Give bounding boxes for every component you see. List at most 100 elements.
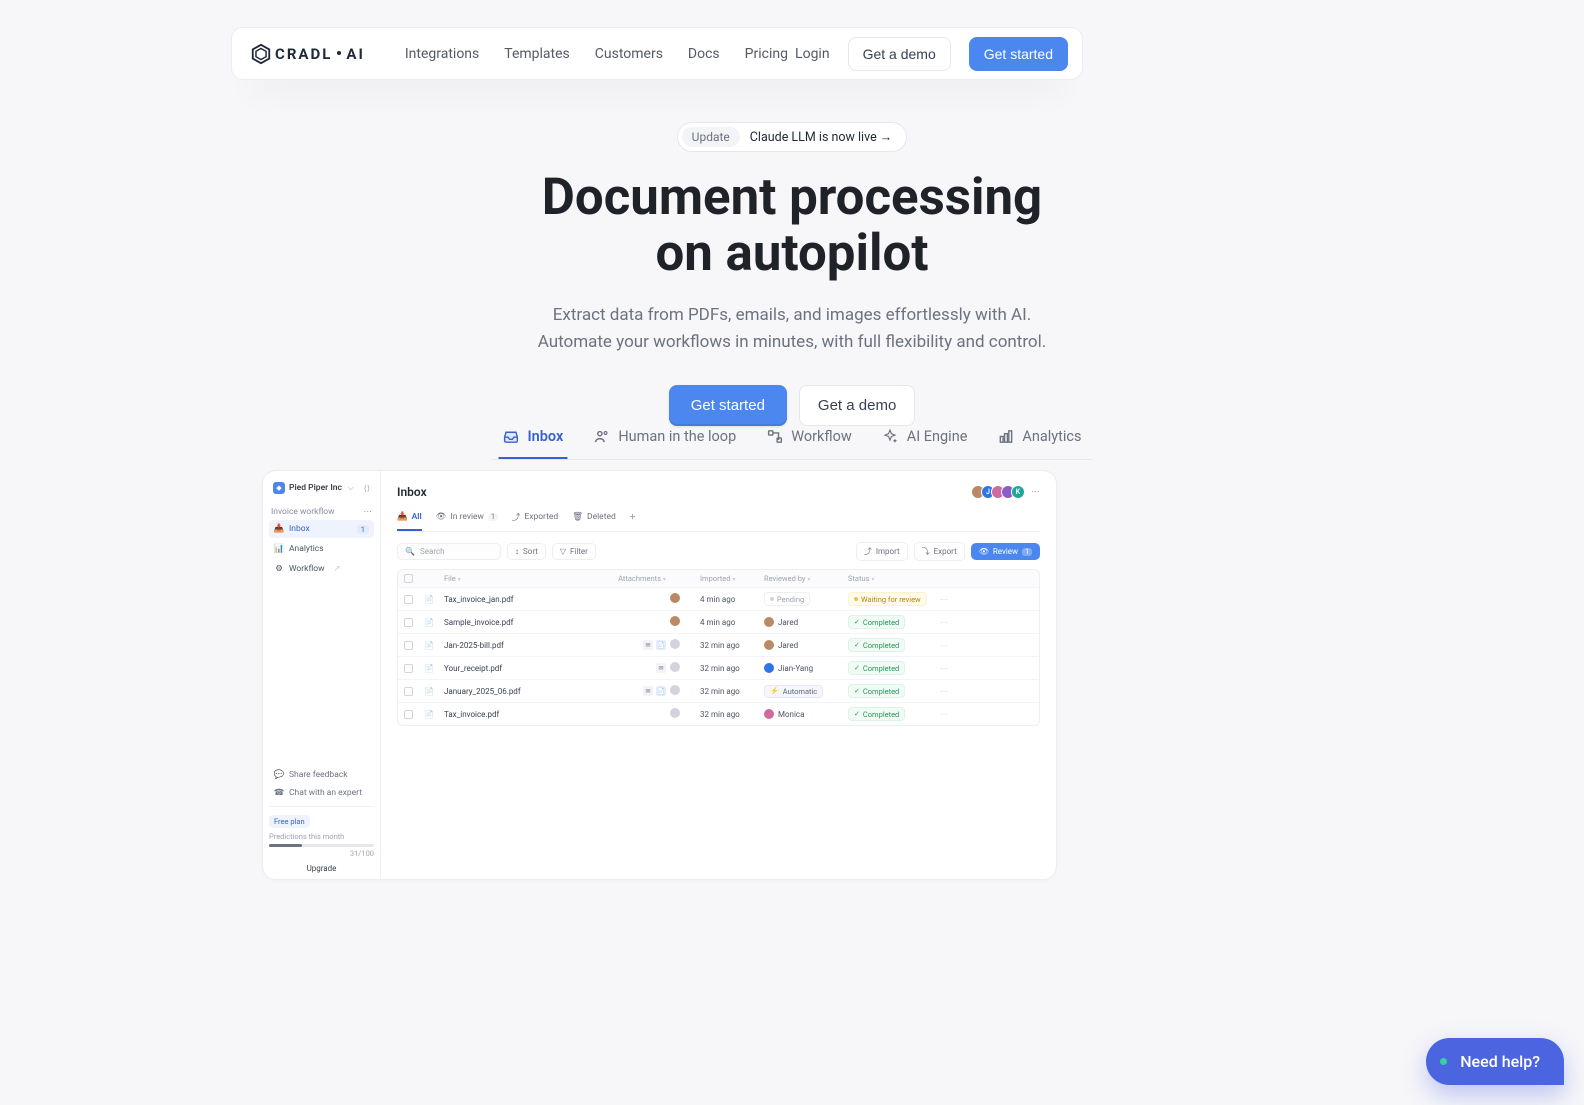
sidebar-feedback[interactable]: 💬 Share feedback: [269, 766, 374, 784]
review-count: 1: [1022, 548, 1032, 556]
avatar: [764, 709, 774, 719]
inbox-tab[interactable]: 🗑 Deleted: [572, 507, 616, 531]
imported-time: 32 min ago: [700, 687, 760, 696]
help-widget[interactable]: Need help?: [1426, 1038, 1564, 1085]
table-row[interactable]: 📄Tax_invoice.pdf32 min agoMonicaComplete…: [398, 703, 1039, 725]
doc-icon: 📄: [656, 640, 666, 650]
sidebar-chat[interactable]: ☎ Chat with an expert: [269, 784, 374, 802]
sidebar-item-analytics[interactable]: 📊 Analytics: [269, 540, 374, 558]
more-icon[interactable]: ⋯: [364, 507, 373, 517]
sidebar-item-inbox[interactable]: 📥 Inbox 1: [269, 520, 374, 538]
inbox-tab[interactable]: 📥All: [397, 507, 422, 531]
inbox-tab[interactable]: ⤴Exported: [512, 507, 558, 531]
col-status[interactable]: Status: [848, 574, 869, 583]
upgrade-button[interactable]: Upgrade: [269, 864, 374, 873]
export-label: Export: [934, 547, 957, 556]
col-reviewed[interactable]: Reviewed by: [764, 574, 805, 583]
eye-icon: 👁: [979, 547, 989, 556]
workflow-icon: ⚙: [274, 564, 284, 574]
row-more-icon[interactable]: ⋯: [932, 595, 948, 604]
avatar-more[interactable]: ⋯: [1031, 487, 1040, 497]
file-icon: 📄: [424, 641, 440, 650]
status-chip: Completed: [848, 684, 905, 698]
import-button[interactable]: ⤴Import: [856, 542, 908, 561]
org-switcher[interactable]: ◆ Pied Piper Inc ⌵ ⟨⟩: [269, 479, 374, 497]
table-row[interactable]: 📄Jan-2025-bill.pdf✉📄32 min agoJaredCompl…: [398, 634, 1039, 657]
hero-sub-line-1: Extract data from PDFs, emails, and imag…: [553, 305, 1031, 325]
add-tab-icon: +: [630, 512, 636, 523]
hero-title-line-2: on autopilot: [655, 224, 928, 283]
col-attachments[interactable]: Attachments: [618, 574, 661, 583]
row-checkbox[interactable]: [404, 595, 413, 604]
collapse-icon[interactable]: ⟨⟩: [364, 484, 370, 493]
chart-icon: [997, 428, 1014, 445]
sort-button[interactable]: ↕ Sort: [507, 543, 546, 560]
review-button[interactable]: 👁Review1: [971, 543, 1040, 560]
file-icon: 📄: [424, 710, 440, 719]
sidebar-item-workflow[interactable]: ⚙ Workflow ↗: [269, 560, 374, 578]
importer-avatar: [670, 639, 680, 649]
row-more-icon[interactable]: ⋯: [932, 710, 948, 719]
row-more-icon[interactable]: ⋯: [932, 641, 948, 650]
avatar: [764, 663, 774, 673]
hero-section: Update Claude LLM is now live → Document…: [0, 122, 1584, 426]
nav-link-customers[interactable]: Customers: [595, 46, 663, 62]
row-checkbox[interactable]: [404, 710, 413, 719]
row-more-icon[interactable]: ⋯: [932, 618, 948, 627]
row-checkbox[interactable]: [404, 664, 413, 673]
search-input[interactable]: 🔍 Search: [397, 543, 501, 560]
imported-time: 32 min ago: [700, 664, 760, 673]
inbox-table: File▾ Attachments▾ Imported▾ Reviewed by…: [397, 569, 1040, 726]
chart-icon: 📊: [274, 544, 284, 554]
select-all-checkbox[interactable]: [404, 574, 413, 583]
row-more-icon[interactable]: ⋯: [932, 687, 948, 696]
brand-logo[interactable]: CRADL AI: [250, 43, 365, 65]
nav-link-templates[interactable]: Templates: [504, 46, 570, 62]
row-checkbox[interactable]: [404, 687, 413, 696]
feature-tab-ai[interactable]: AI Engine: [878, 418, 972, 459]
table-row[interactable]: 📄Tax_invoice_jan.pdf4 min agoPendingWait…: [398, 588, 1039, 611]
imported-time: 32 min ago: [700, 710, 760, 719]
upload-icon: ⤴: [864, 546, 872, 557]
row-checkbox[interactable]: [404, 641, 413, 650]
feature-tab-label: Human in the loop: [618, 428, 736, 445]
sidebar-item-label: Inbox: [289, 524, 310, 534]
sort-icon: ↕: [515, 547, 519, 556]
table-row[interactable]: 📄January_2025_06.pdf✉📄32 min agoAutomati…: [398, 680, 1039, 703]
file-name: Tax_invoice_jan.pdf: [444, 595, 604, 604]
get-demo-button[interactable]: Get a demo: [848, 37, 951, 71]
feature-tab-human[interactable]: Human in the loop: [589, 418, 740, 459]
nav-link-pricing[interactable]: Pricing: [745, 46, 788, 62]
feature-tab-workflow[interactable]: Workflow: [762, 418, 856, 459]
tab-icon: 🗑: [572, 512, 583, 522]
feature-tab-label: AI Engine: [907, 428, 968, 445]
chevron-down-icon: ⌵: [348, 483, 354, 493]
reviewed-user: Jared: [764, 617, 844, 627]
reviewed-automatic: Automatic: [764, 685, 823, 698]
inbox-tab[interactable]: 👁In review1: [436, 507, 498, 531]
get-started-button[interactable]: Get started: [969, 37, 1068, 71]
feature-tab-analytics[interactable]: Analytics: [993, 418, 1085, 459]
table-row[interactable]: 📄Your_receipt.pdf✉32 min agoJian-YangCom…: [398, 657, 1039, 680]
feature-tab-label: Analytics: [1022, 428, 1081, 445]
avatar-stack[interactable]: JK⋯: [971, 485, 1040, 499]
nav-link-integrations[interactable]: Integrations: [405, 46, 479, 62]
update-pill[interactable]: Update Claude LLM is now live →: [677, 122, 908, 152]
nav-link-docs[interactable]: Docs: [688, 46, 720, 62]
col-file[interactable]: File: [444, 574, 456, 583]
table-row[interactable]: 📄Sample_invoice.pdf4 min agoJaredComplet…: [398, 611, 1039, 634]
feature-tab-inbox[interactable]: Inbox: [498, 418, 567, 459]
tab-icon: ⤴: [512, 511, 521, 523]
row-checkbox[interactable]: [404, 618, 413, 627]
login-link[interactable]: Login: [795, 46, 830, 62]
row-more-icon[interactable]: ⋯: [932, 664, 948, 673]
tab-label: All: [412, 512, 422, 522]
plan-progress: [269, 844, 374, 847]
filter-button[interactable]: ▽Filter: [552, 543, 596, 560]
add-tab-button[interactable]: +: [630, 507, 636, 531]
tab-label: Deleted: [587, 512, 616, 522]
export-button[interactable]: ⤵Export: [914, 542, 965, 561]
sidebar-item-label: Workflow: [289, 564, 325, 574]
col-imported[interactable]: Imported: [700, 574, 731, 583]
sort-label: Sort: [523, 547, 538, 556]
